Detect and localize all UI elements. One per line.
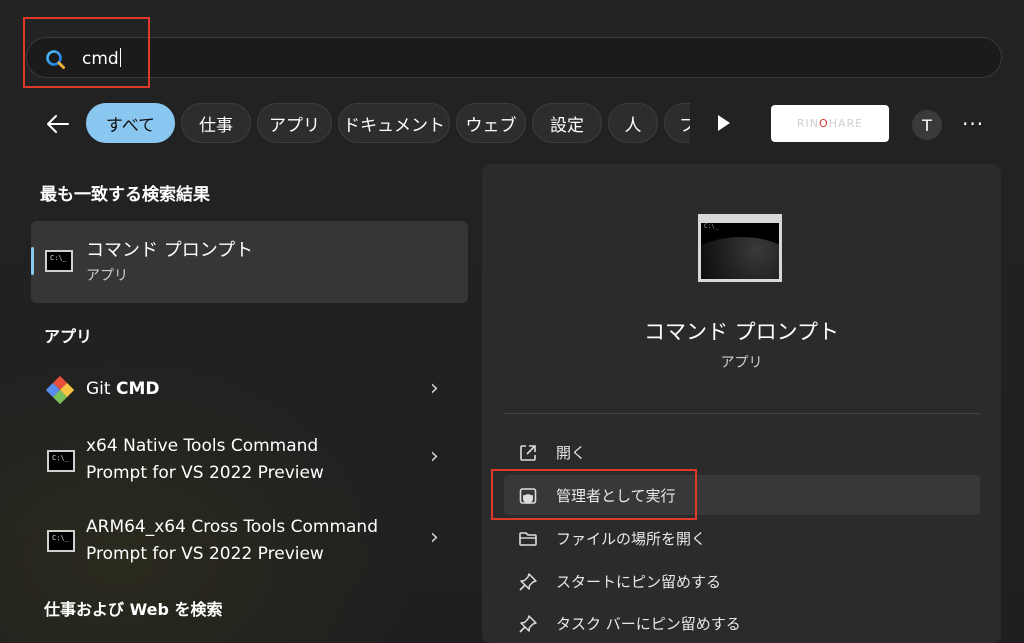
search-highlight-annotation <box>23 17 150 88</box>
divider <box>504 413 980 414</box>
selection-indicator <box>31 247 34 275</box>
filter-chip-web[interactable]: ウェブ <box>456 103 526 143</box>
filter-chip-people[interactable]: 人 <box>608 103 658 143</box>
filter-chip-folders-label: フ <box>679 111 690 136</box>
scroll-right-icon[interactable] <box>712 112 734 134</box>
search-bar[interactable] <box>26 37 1002 78</box>
filter-chip-documents[interactable]: ドキュメント <box>338 103 450 143</box>
chevron-right-icon[interactable]: › <box>430 444 439 469</box>
detail-app-name: コマンド プロンプト <box>643 320 840 344</box>
open-icon <box>520 445 536 461</box>
pin-icon <box>519 573 537 591</box>
action-pin-to-taskbar[interactable]: タスク バーにピン留めする <box>504 603 980 643</box>
filter-chip-all[interactable]: すべて <box>86 103 175 143</box>
command-prompt-icon: C:\_ <box>45 250 73 272</box>
more-options-icon[interactable]: ··· <box>962 112 984 136</box>
folder-icon <box>519 532 537 546</box>
filter-chip-settings[interactable]: 設定 <box>532 103 602 143</box>
filter-chip-work[interactable]: 仕事 <box>181 103 251 143</box>
action-open-label: 開く <box>556 444 587 462</box>
pin-icon <box>519 615 537 633</box>
best-match-name: コマンド プロンプト <box>86 240 254 261</box>
action-open[interactable]: 開く <box>504 432 980 472</box>
action-open-file-location-label: ファイルの場所を開く <box>556 530 707 548</box>
detail-app-type: アプリ <box>720 355 763 371</box>
chevron-right-icon[interactable]: › <box>430 525 439 550</box>
filter-chip-apps[interactable]: アプリ <box>257 103 332 143</box>
action-open-file-location[interactable]: ファイルの場所を開く <box>504 518 980 558</box>
back-arrow-icon[interactable] <box>44 110 72 138</box>
best-match-card[interactable] <box>31 221 468 303</box>
account-avatar[interactable]: T <box>912 110 942 140</box>
app-item-x64-native-tools[interactable]: x64 Native Tools Command Prompt for VS 20… <box>86 433 324 487</box>
action-pin-to-start-label: スタートにピン留めする <box>556 573 722 591</box>
apps-heading: アプリ <box>44 327 93 346</box>
command-prompt-large-icon: C:\_ <box>698 214 782 282</box>
web-search-heading: 仕事および Web を検索 <box>44 600 223 619</box>
brand-logo: RIN O HARE <box>771 105 889 142</box>
app-item-git-cmd[interactable]: Git CMD <box>86 376 159 403</box>
command-prompt-icon: C:\_ <box>47 530 75 552</box>
action-pin-to-taskbar-label: タスク バーにピン留めする <box>556 615 741 633</box>
command-prompt-icon: C:\_ <box>47 450 75 472</box>
best-match-heading: 最も一致する検索結果 <box>40 185 210 205</box>
app-item-arm64-cross-tools[interactable]: ARM64_x64 Cross Tools Command Prompt for … <box>86 514 378 568</box>
best-match-type: アプリ <box>86 268 128 284</box>
action-pin-to-start[interactable]: スタートにピン留めする <box>504 561 980 601</box>
run-as-admin-highlight-annotation <box>491 469 697 520</box>
git-icon <box>46 376 74 404</box>
chevron-right-icon[interactable]: › <box>430 376 439 401</box>
